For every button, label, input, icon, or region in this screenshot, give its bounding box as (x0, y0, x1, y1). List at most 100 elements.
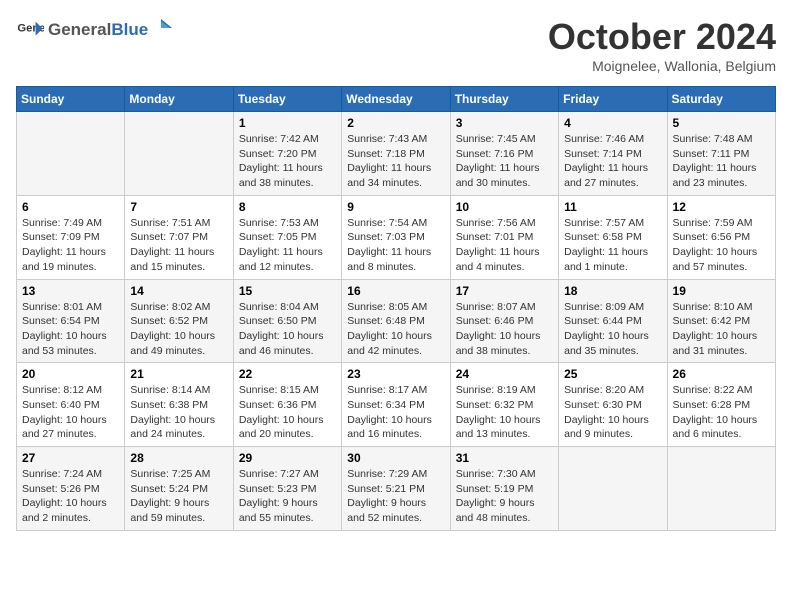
week-row-4: 20 Sunrise: 8:12 AMSunset: 6:40 PMDayligh… (17, 363, 776, 447)
day-number: 19 (673, 284, 770, 298)
logo-icon: General (16, 16, 44, 44)
day-number: 14 (130, 284, 227, 298)
weekday-header-thursday: Thursday (450, 87, 558, 112)
day-info: Sunrise: 7:53 AMSunset: 7:05 PMDaylight:… (239, 216, 336, 275)
week-row-2: 6Sunrise: 7:49 AMSunset: 7:09 PMDaylight… (17, 195, 776, 279)
day-info: Sunrise: 8:05 AMSunset: 6:48 PMDaylight:… (347, 300, 444, 359)
day-info: Sunrise: 7:59 AMSunset: 6:56 PMDaylight:… (673, 216, 770, 275)
day-info: Sunrise: 7:57 AMSunset: 6:58 PMDaylight:… (564, 216, 661, 275)
calendar-cell: 20 Sunrise: 8:12 AMSunset: 6:40 PMDayligh… (17, 363, 125, 447)
day-info: Sunrise: 8:09 AMSunset: 6:44 PMDaylight:… (564, 300, 661, 359)
day-number: 25 (564, 367, 661, 381)
day-info: Sunrise: 7:42 AMSunset: 7:20 PMDaylight:… (239, 132, 336, 191)
calendar-cell: 30 Sunrise: 7:29 AMSunset: 5:21 PMDayligh… (342, 447, 450, 531)
day-info: Sunrise: 7:54 AMSunset: 7:03 PMDaylight:… (347, 216, 444, 275)
day-number: 20 (22, 367, 119, 381)
logo-blue: Blue (111, 21, 148, 40)
calendar-cell: 2Sunrise: 7:43 AMSunset: 7:18 PMDaylight… (342, 112, 450, 196)
calendar-cell: 7 Sunrise: 7:51 AMSunset: 7:07 PMDaylight… (125, 195, 233, 279)
day-info: Sunrise: 7:56 AMSunset: 7:01 PMDaylight:… (456, 216, 553, 275)
day-number: 12 (673, 200, 770, 214)
day-info: Sunrise: 8:20 AMSunset: 6:30 PMDaylight:… (564, 383, 661, 442)
day-info: Sunrise: 8:15 AMSunset: 6:36 PMDaylight:… (239, 383, 336, 442)
calendar-cell: 13 Sunrise: 8:01 AMSunset: 6:54 PMDayligh… (17, 279, 125, 363)
day-number: 7 (130, 200, 227, 214)
day-number: 4 (564, 116, 661, 130)
day-info: Sunrise: 8:10 AMSunset: 6:42 PMDaylight:… (673, 300, 770, 359)
calendar-cell: 18 Sunrise: 8:09 AMSunset: 6:44 PMDayligh… (559, 279, 667, 363)
calendar-cell: 1 Sunrise: 7:42 AMSunset: 7:20 PMDaylight… (233, 112, 341, 196)
day-info: Sunrise: 7:51 AMSunset: 7:07 PMDaylight:… (130, 216, 227, 275)
day-number: 22 (239, 367, 336, 381)
day-info: Sunrise: 7:30 AMSunset: 5:19 PMDaylight:… (456, 467, 553, 526)
calendar-cell: 6Sunrise: 7:49 AMSunset: 7:09 PMDaylight… (17, 195, 125, 279)
calendar-cell: 16 Sunrise: 8:05 AMSunset: 6:48 PMDayligh… (342, 279, 450, 363)
calendar-cell: 15 Sunrise: 8:04 AMSunset: 6:50 PMDayligh… (233, 279, 341, 363)
day-number: 31 (456, 451, 553, 465)
day-info: Sunrise: 8:01 AMSunset: 6:54 PMDaylight:… (22, 300, 119, 359)
day-number: 8 (239, 200, 336, 214)
day-number: 30 (347, 451, 444, 465)
calendar-cell: 27Sunrise: 7:24 AMSunset: 5:26 PMDayligh… (17, 447, 125, 531)
calendar-cell: 25 Sunrise: 8:20 AMSunset: 6:30 PMDayligh… (559, 363, 667, 447)
day-number: 15 (239, 284, 336, 298)
day-number: 13 (22, 284, 119, 298)
day-number: 9 (347, 200, 444, 214)
weekday-header-sunday: Sunday (17, 87, 125, 112)
day-info: Sunrise: 8:17 AMSunset: 6:34 PMDaylight:… (347, 383, 444, 442)
month-title: October 2024 (548, 16, 776, 58)
page-header: General GeneralBlue October 2024 Moignel… (16, 16, 776, 74)
calendar-cell (667, 447, 775, 531)
calendar-cell: 11Sunrise: 7:57 AMSunset: 6:58 PMDayligh… (559, 195, 667, 279)
day-info: Sunrise: 7:49 AMSunset: 7:09 PMDaylight:… (22, 216, 119, 275)
calendar-cell: 8 Sunrise: 7:53 AMSunset: 7:05 PMDaylight… (233, 195, 341, 279)
day-info: Sunrise: 7:29 AMSunset: 5:21 PMDaylight:… (347, 467, 444, 526)
day-info: Sunrise: 7:27 AMSunset: 5:23 PMDaylight:… (239, 467, 336, 526)
calendar-table: SundayMondayTuesdayWednesdayThursdayFrid… (16, 86, 776, 531)
week-row-5: 27Sunrise: 7:24 AMSunset: 5:26 PMDayligh… (17, 447, 776, 531)
logo-bird-icon (150, 17, 172, 39)
day-number: 23 (347, 367, 444, 381)
calendar-cell: 14 Sunrise: 8:02 AMSunset: 6:52 PMDayligh… (125, 279, 233, 363)
day-info: Sunrise: 8:19 AMSunset: 6:32 PMDaylight:… (456, 383, 553, 442)
calendar-cell: 9 Sunrise: 7:54 AMSunset: 7:03 PMDaylight… (342, 195, 450, 279)
day-info: Sunrise: 7:48 AMSunset: 7:11 PMDaylight:… (673, 132, 770, 191)
day-info: Sunrise: 7:25 AMSunset: 5:24 PMDaylight:… (130, 467, 227, 526)
day-number: 16 (347, 284, 444, 298)
calendar-cell: 19 Sunrise: 8:10 AMSunset: 6:42 PMDayligh… (667, 279, 775, 363)
day-info: Sunrise: 7:46 AMSunset: 7:14 PMDaylight:… (564, 132, 661, 191)
day-info: Sunrise: 8:07 AMSunset: 6:46 PMDaylight:… (456, 300, 553, 359)
day-number: 3 (456, 116, 553, 130)
weekday-header-saturday: Saturday (667, 87, 775, 112)
week-row-3: 13 Sunrise: 8:01 AMSunset: 6:54 PMDayligh… (17, 279, 776, 363)
day-info: Sunrise: 8:12 AMSunset: 6:40 PMDaylight:… (22, 383, 119, 442)
day-number: 18 (564, 284, 661, 298)
day-number: 1 (239, 116, 336, 130)
day-number: 24 (456, 367, 553, 381)
calendar-cell (559, 447, 667, 531)
weekday-header-tuesday: Tuesday (233, 87, 341, 112)
day-info: Sunrise: 7:24 AMSunset: 5:26 PMDaylight:… (22, 467, 119, 526)
day-number: 28 (130, 451, 227, 465)
weekday-header-row: SundayMondayTuesdayWednesdayThursdayFrid… (17, 87, 776, 112)
weekday-header-wednesday: Wednesday (342, 87, 450, 112)
calendar-cell: 21Sunrise: 8:14 AMSunset: 6:38 PMDayligh… (125, 363, 233, 447)
calendar-cell (17, 112, 125, 196)
calendar-cell: 4 Sunrise: 7:46 AMSunset: 7:14 PMDaylight… (559, 112, 667, 196)
logo-general: General (48, 21, 111, 40)
calendar-cell: 17Sunrise: 8:07 AMSunset: 6:46 PMDayligh… (450, 279, 558, 363)
day-info: Sunrise: 8:04 AMSunset: 6:50 PMDaylight:… (239, 300, 336, 359)
week-row-1: 1 Sunrise: 7:42 AMSunset: 7:20 PMDaylight… (17, 112, 776, 196)
calendar-cell: 22 Sunrise: 8:15 AMSunset: 6:36 PMDayligh… (233, 363, 341, 447)
day-info: Sunrise: 8:14 AMSunset: 6:38 PMDaylight:… (130, 383, 227, 442)
day-number: 2 (347, 116, 444, 130)
calendar-cell (125, 112, 233, 196)
calendar-cell: 10 Sunrise: 7:56 AMSunset: 7:01 PMDayligh… (450, 195, 558, 279)
title-block: October 2024 Moignelee, Wallonia, Belgiu… (548, 16, 776, 74)
weekday-header-monday: Monday (125, 87, 233, 112)
calendar-cell: 5Sunrise: 7:48 AMSunset: 7:11 PMDaylight… (667, 112, 775, 196)
day-number: 26 (673, 367, 770, 381)
day-info: Sunrise: 8:02 AMSunset: 6:52 PMDaylight:… (130, 300, 227, 359)
location: Moignelee, Wallonia, Belgium (548, 58, 776, 74)
day-number: 10 (456, 200, 553, 214)
